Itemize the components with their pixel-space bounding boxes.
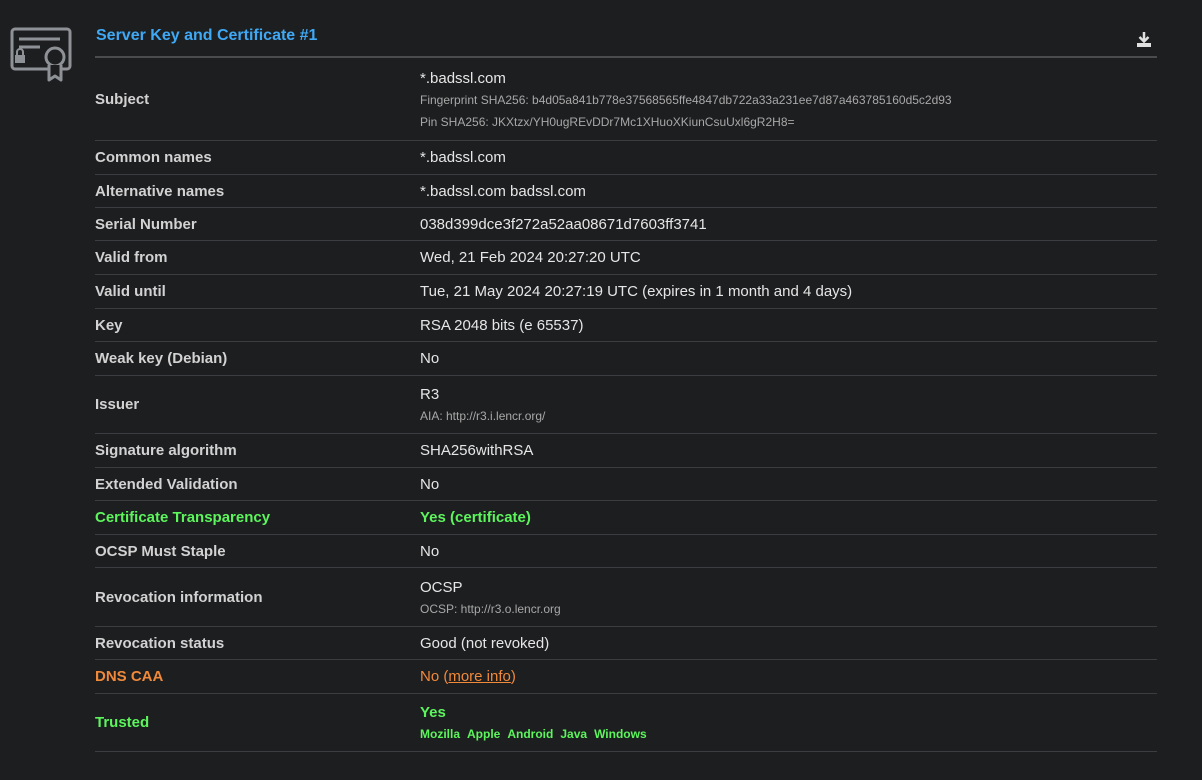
subject-value: *.badssl.com [420, 69, 506, 87]
row-label: Alternative names [95, 182, 225, 200]
row-value: *.badssl.com Fingerprint SHA256: b4d05a8… [420, 58, 1157, 140]
ocsp-url-text: OCSP: http://r3.o.lencr.org [420, 601, 561, 616]
row-ocsp-must-staple: OCSP Must Staple No [95, 535, 1157, 568]
trust-store-android: Android [507, 727, 554, 741]
row-value: No (more info) [420, 660, 1157, 693]
row-valid-from: Valid from Wed, 21 Feb 2024 20:27:20 UTC [95, 241, 1157, 275]
row-label: Valid until [95, 283, 166, 300]
row-value: Good (not revoked) [420, 634, 550, 652]
trust-store-windows: Windows [594, 727, 647, 741]
row-value: RSA 2048 bits (e 65537) [420, 316, 584, 334]
row-revocation-information: Revocation information OCSP OCSP: http:/… [95, 568, 1157, 627]
download-icon[interactable] [1134, 29, 1154, 49]
row-value: Yes Mozilla Apple Android Java Windows [420, 694, 1157, 751]
row-label: Valid from [95, 249, 168, 266]
row-issuer: Issuer R3 AIA: http://r3.i.lencr.org/ [95, 376, 1157, 434]
row-value: No [420, 475, 440, 493]
row-value: Yes (certificate) [420, 509, 531, 526]
row-label: Subject [95, 90, 150, 108]
page-title: Server Key and Certificate #1 [96, 27, 318, 44]
row-certificate-transparency: Certificate Transparency Yes (certificat… [95, 501, 1157, 535]
row-key: Key RSA 2048 bits (e 65537) [95, 309, 1157, 342]
row-value: No [420, 542, 440, 560]
row-value: 038d399dce3f272a52aa08671d7603ff3741 [420, 215, 707, 233]
row-common-names: Common names *.badssl.com [95, 141, 1157, 175]
row-label: DNS CAA [95, 668, 164, 685]
row-value: R3 AIA: http://r3.i.lencr.org/ [420, 376, 1157, 433]
row-label: Key [95, 316, 123, 334]
row-value: SHA256withRSA [420, 442, 534, 459]
row-label: Signature algorithm [95, 442, 237, 459]
trust-store-apple: Apple [467, 727, 501, 741]
row-subject: Subject *.badssl.com Fingerprint SHA256:… [95, 58, 1157, 141]
row-label: Serial Number [95, 215, 197, 233]
fingerprint-text: Fingerprint SHA256: b4d05a841b778e375685… [420, 92, 952, 107]
certificate-icon [10, 27, 72, 82]
row-label: Trusted [95, 714, 150, 731]
more-info-link[interactable]: more info [448, 668, 511, 685]
dns-caa-value: No ( [420, 668, 449, 685]
row-dns-caa: DNS CAA No (more info) [95, 660, 1157, 694]
row-value: Tue, 21 May 2024 20:27:19 UTC (expires i… [420, 283, 853, 300]
row-signature-algorithm: Signature algorithm SHA256withRSA [95, 434, 1157, 468]
aia-text: AIA: http://r3.i.lencr.org/ [420, 409, 546, 423]
row-revocation-status: Revocation status Good (not revoked) [95, 627, 1157, 660]
row-label: Issuer [95, 396, 140, 413]
trusted-value: Yes [420, 704, 446, 721]
row-label: Certificate Transparency [95, 509, 271, 526]
row-value: *.badssl.com [420, 149, 506, 166]
dns-caa-suffix: ) [510, 668, 516, 685]
trust-store-list: Mozilla Apple Android Java Windows [420, 727, 1157, 741]
row-label: OCSP Must Staple [95, 542, 226, 560]
row-extended-validation: Extended Validation No [95, 468, 1157, 501]
row-serial-number: Serial Number 038d399dce3f272a52aa08671d… [95, 208, 1157, 241]
row-value: OCSP OCSP: http://r3.o.lencr.org [420, 568, 1157, 626]
row-valid-until: Valid until Tue, 21 May 2024 20:27:19 UT… [95, 275, 1157, 309]
row-label: Extended Validation [95, 475, 238, 493]
pin-text: Pin SHA256: JKXtzx/YH0ugREvDDr7Mc1XHuoXK… [420, 114, 795, 129]
row-value: *.badssl.com badssl.com [420, 182, 586, 200]
row-value: No [420, 350, 440, 367]
row-trusted: Trusted Yes Mozilla Apple Android Java Windo… [95, 694, 1157, 752]
issuer-value: R3 [420, 386, 440, 403]
row-weak-key: Weak key (Debian) No [95, 342, 1157, 376]
row-label: Revocation information [95, 588, 263, 606]
revocation-value: OCSP [420, 578, 463, 596]
row-value: Wed, 21 Feb 2024 20:27:20 UTC [420, 249, 641, 266]
row-label: Revocation status [95, 634, 225, 652]
trust-store-mozilla: Mozilla [420, 727, 461, 741]
trust-store-java: Java [560, 727, 588, 741]
row-label: Common names [95, 149, 212, 166]
row-alternative-names: Alternative names *.badssl.com badssl.co… [95, 175, 1157, 208]
row-label: Weak key (Debian) [95, 350, 228, 367]
